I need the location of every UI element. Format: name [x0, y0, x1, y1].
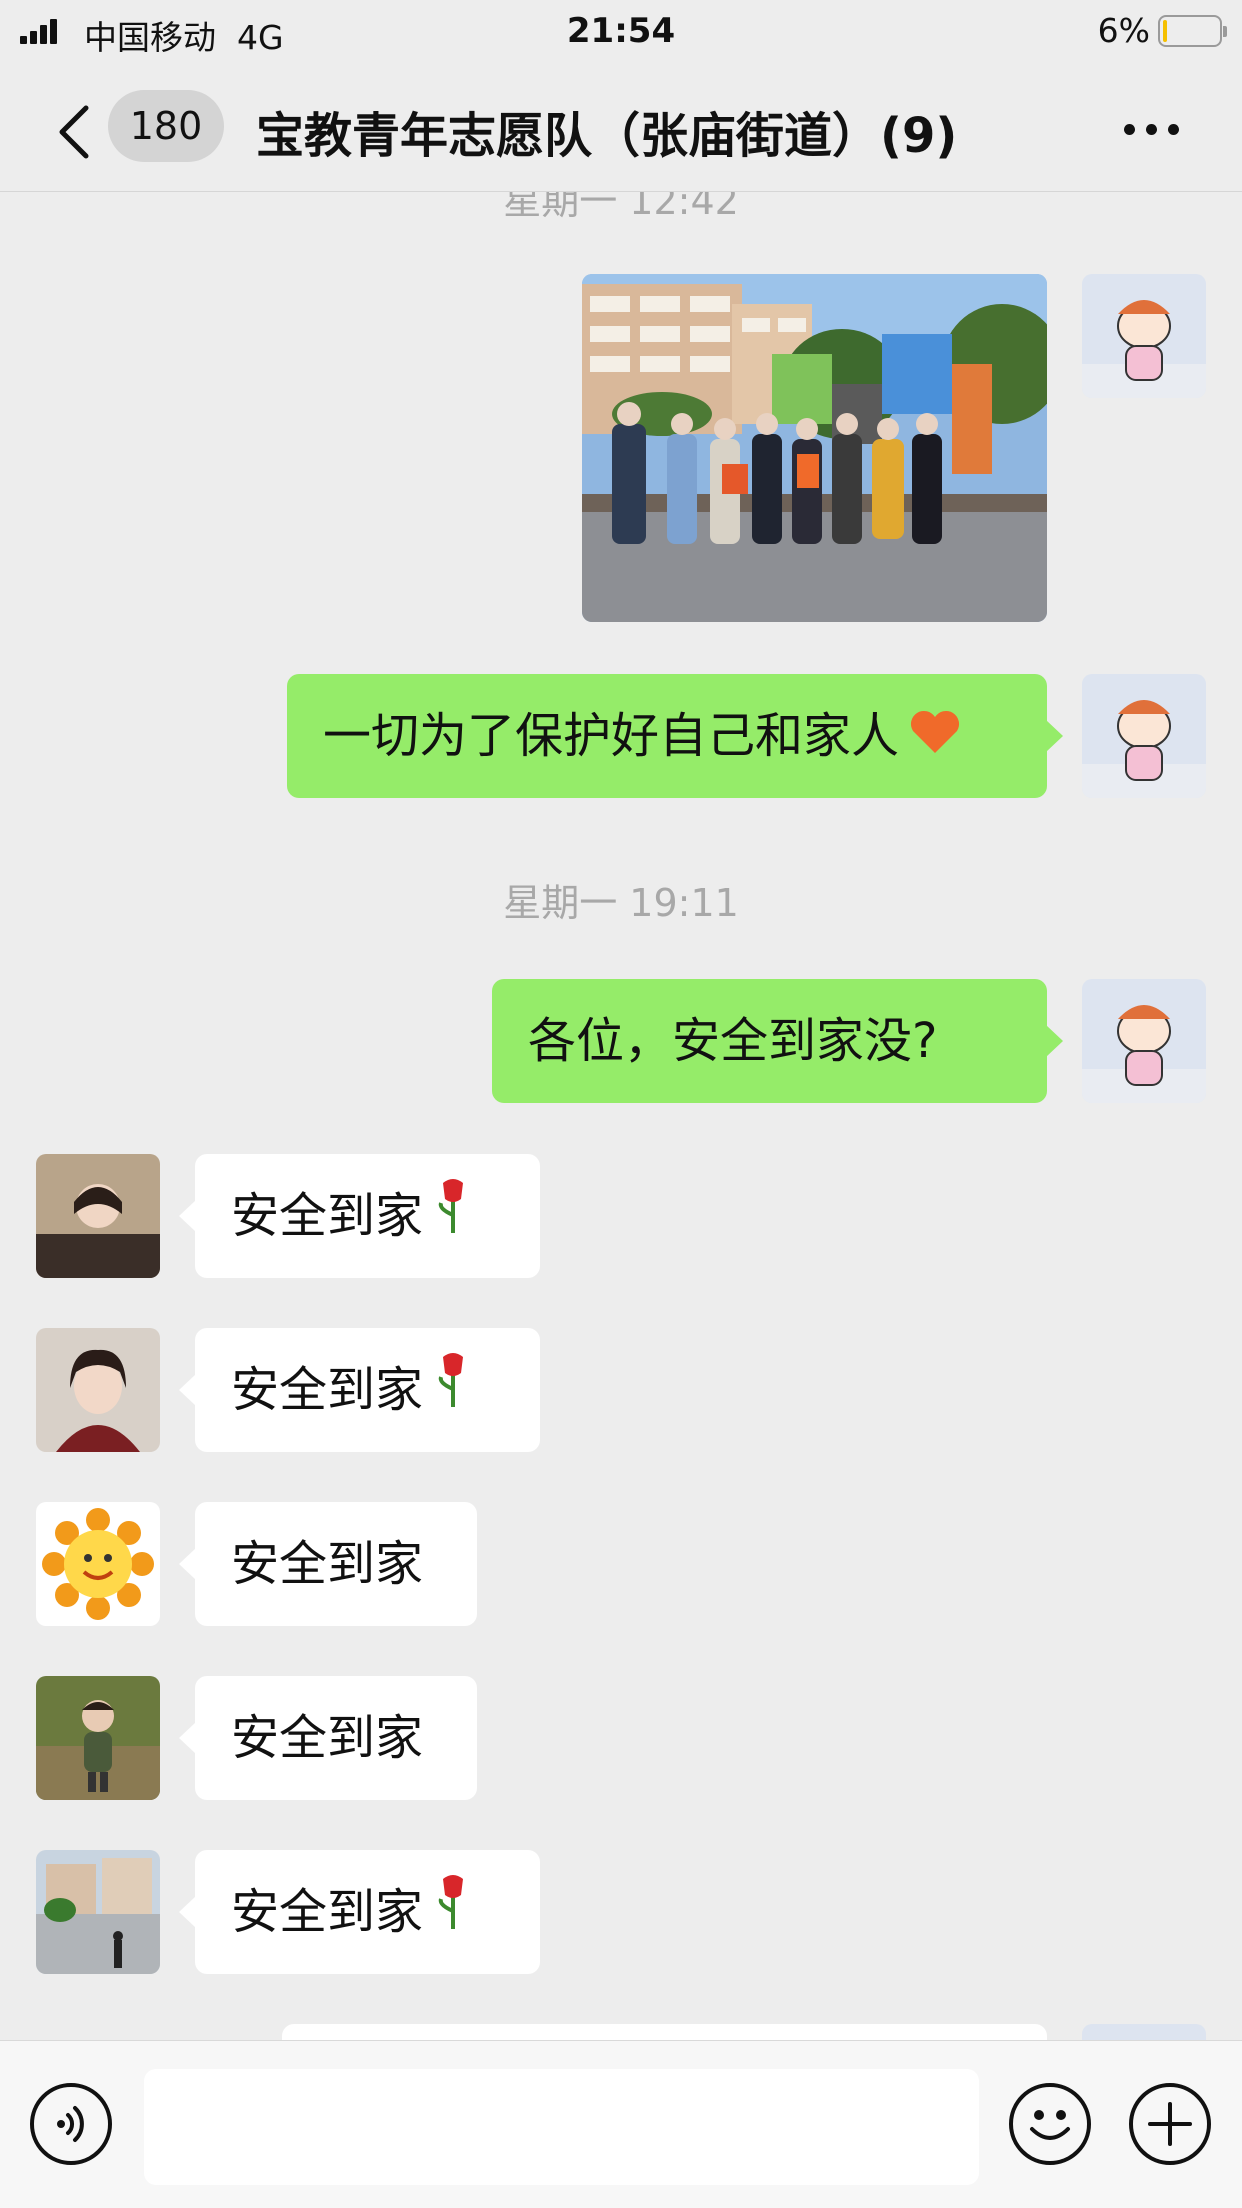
voice-icon[interactable] — [30, 2083, 112, 2165]
message-input[interactable] — [144, 2069, 979, 2185]
battery-level-fill — [1163, 20, 1167, 42]
plus-icon[interactable] — [1129, 2083, 1211, 2165]
my-avatar[interactable] — [1082, 2024, 1206, 2040]
smiley-icon[interactable] — [1009, 2083, 1091, 2165]
message-bubble-incoming[interactable]: 安全到家 — [179, 1328, 540, 1455]
unread-count-badge[interactable]: 180 — [108, 90, 224, 162]
member-avatar[interactable] — [36, 1676, 160, 1800]
message-timestamp: 星期一 19:11 — [503, 881, 739, 925]
rose-emoji — [433, 1157, 473, 1281]
heart-emoji — [909, 677, 961, 801]
my-avatar[interactable] — [1082, 979, 1206, 1103]
member-avatar[interactable] — [36, 1502, 160, 1626]
my-avatar[interactable] — [1082, 274, 1206, 398]
chevron-left-icon[interactable] — [56, 104, 96, 160]
message-bubble-incoming[interactable]: 安全到家 — [179, 1676, 477, 1800]
message-list[interactable]: 星期一 12:42 一切为了保护好自己和家人 星期一 19:11 各位，安全到家… — [0, 192, 1242, 2040]
battery-percent: 6% — [1097, 11, 1150, 50]
rose-emoji — [433, 1331, 473, 1455]
message-bubble-outgoing[interactable]: 一切为了保护好自己和家人 — [287, 674, 1063, 801]
group-photo-image[interactable] — [582, 274, 1047, 622]
message-bubble-outgoing[interactable]: 各位，安全到家没? — [492, 979, 1063, 1103]
message-bubble-incoming[interactable]: 安全到家 — [179, 1850, 540, 1977]
status-bar: 中国移动 4G 21:54 6% — [0, 0, 1242, 62]
message-bubble-incoming[interactable] — [282, 2024, 1047, 2040]
battery-icon — [1158, 15, 1227, 47]
message-bubble-incoming[interactable]: 安全到家 — [179, 1154, 540, 1281]
chat-title: 宝教青年志愿队（张庙街道）(9) — [256, 108, 958, 164]
message-bubble-incoming[interactable]: 安全到家 — [179, 1502, 477, 1626]
chat-header: 180 宝教青年志愿队（张庙街道）(9) — [0, 62, 1242, 192]
message-timestamp: 星期一 12:42 — [503, 192, 739, 223]
ellipsis-icon[interactable] — [1124, 114, 1180, 142]
input-bar — [0, 2040, 1242, 2208]
member-avatar[interactable] — [36, 1850, 160, 1974]
clock: 21:54 — [566, 11, 676, 51]
my-avatar[interactable] — [1082, 674, 1206, 798]
member-avatar[interactable] — [36, 1154, 160, 1278]
member-avatar[interactable] — [36, 1328, 160, 1452]
rose-emoji — [433, 1853, 473, 1977]
